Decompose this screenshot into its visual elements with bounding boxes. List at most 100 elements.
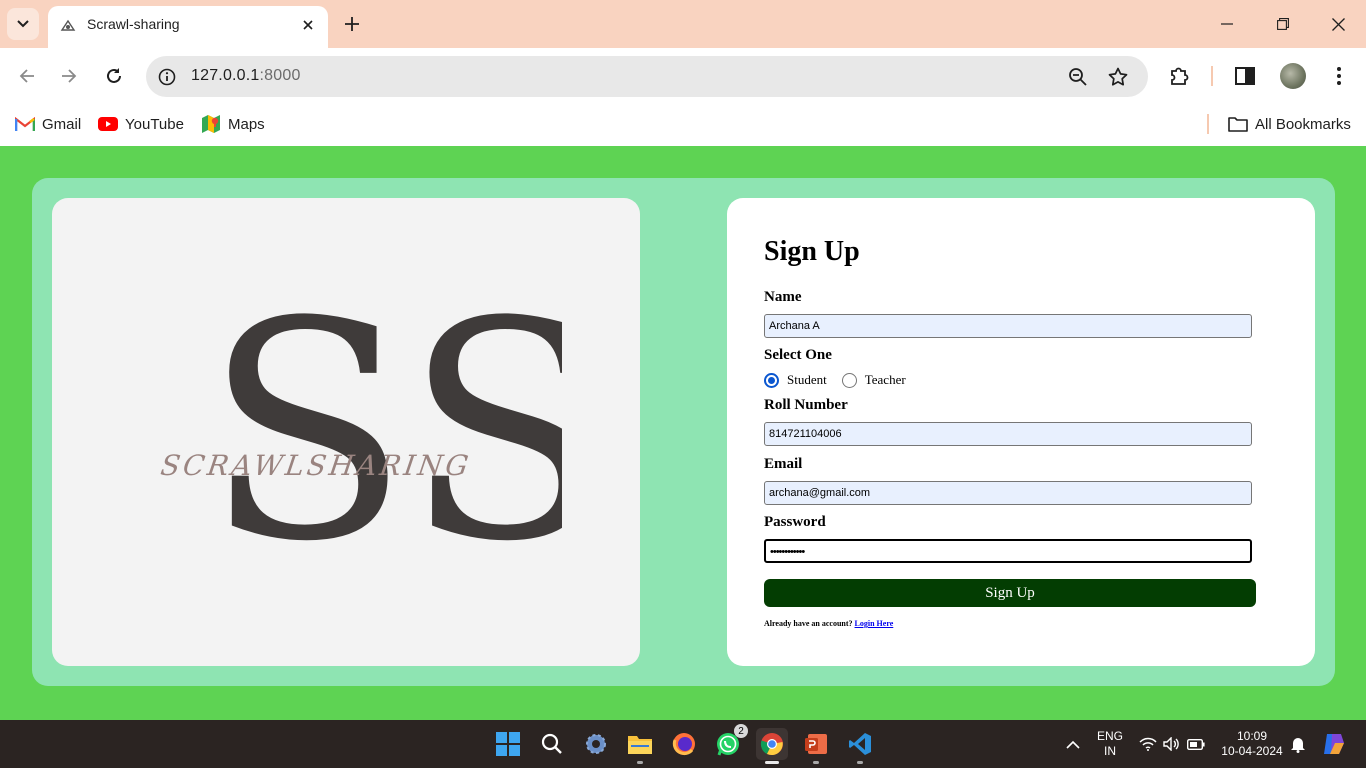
notifications-button[interactable] — [1286, 728, 1310, 760]
login-prompt: Already have an account? Login Here — [764, 619, 893, 628]
student-radio[interactable] — [764, 372, 779, 388]
email-label: Email — [764, 456, 803, 472]
reload-button[interactable] — [100, 62, 128, 90]
toolbar-divider — [1211, 66, 1213, 86]
roll-number-input[interactable]: 814721104006 — [764, 422, 1252, 446]
back-button[interactable] — [13, 62, 41, 90]
maps-icon — [201, 114, 221, 134]
close-window-button[interactable] — [1323, 10, 1353, 38]
running-indicator — [637, 761, 643, 764]
name-label: Name — [764, 289, 802, 305]
bookmarks-divider — [1207, 114, 1209, 134]
browser-tab[interactable]: Scrawl-sharing — [48, 6, 328, 48]
side-panel-icon — [1235, 67, 1255, 85]
bookmark-star-button[interactable] — [1106, 65, 1130, 89]
vscode-icon — [849, 733, 871, 755]
battery-icon — [1187, 738, 1205, 750]
volume-status[interactable] — [1160, 728, 1184, 760]
plus-icon — [345, 17, 359, 31]
address-bar[interactable]: 127.0.0.1:8000 — [146, 56, 1148, 97]
name-input[interactable]: Archana A — [764, 314, 1252, 338]
folder-icon — [1228, 114, 1248, 134]
bookmark-gmail[interactable]: Gmail — [15, 112, 81, 136]
arrow-right-icon — [62, 69, 77, 83]
gear-icon — [586, 734, 606, 754]
site-info-button[interactable] — [156, 66, 178, 88]
tab-search-button[interactable] — [7, 8, 39, 40]
folder-icon — [628, 736, 652, 754]
student-radio-label[interactable]: Student — [787, 372, 827, 388]
powerpoint-button[interactable] — [800, 728, 832, 764]
vscode-button[interactable] — [844, 728, 876, 764]
password-input[interactable]: •••••••••••• — [764, 539, 1252, 563]
arrow-left-icon — [19, 69, 34, 83]
copilot-icon — [1324, 734, 1344, 754]
whatsapp-button[interactable]: 2 — [712, 724, 748, 760]
url-host: 127.0.0.1 — [191, 67, 260, 84]
minimize-button[interactable] — [1212, 10, 1242, 38]
minimize-icon — [1221, 23, 1233, 25]
select-one-label: Select One — [764, 347, 832, 363]
logo-panel: SS SCRAWLSHARING — [52, 198, 640, 666]
settings-taskbar-button[interactable] — [580, 728, 612, 760]
profile-avatar[interactable] — [1280, 63, 1306, 89]
signup-card: SS SCRAWLSHARING Sign Up Name Archana A … — [32, 178, 1335, 686]
restore-button[interactable] — [1268, 10, 1298, 38]
teacher-radio-label[interactable]: Teacher — [865, 372, 906, 388]
bookmark-label: Maps — [228, 115, 265, 133]
clock-time: 10:09 — [1236, 729, 1268, 743]
search-button[interactable] — [536, 728, 568, 760]
browser-menu-button[interactable] — [1326, 63, 1352, 89]
clock[interactable]: 10:09 10-04-2024 — [1216, 729, 1288, 759]
puzzle-icon — [1171, 67, 1189, 85]
bell-icon — [1291, 738, 1305, 753]
site-favicon-icon — [60, 19, 76, 31]
region-code: IN — [1104, 744, 1116, 758]
copilot-button[interactable] — [1318, 728, 1350, 760]
chevron-up-icon — [1066, 740, 1080, 749]
wifi-icon — [1139, 737, 1157, 751]
browser-toolbar: 127.0.0.1:8000 — [0, 48, 1366, 104]
restore-icon — [1277, 18, 1289, 30]
gmail-icon — [15, 114, 35, 134]
chevron-down-icon — [17, 20, 29, 28]
tab-strip: Scrawl-sharing — [0, 0, 1366, 48]
reload-icon — [107, 68, 121, 83]
all-bookmarks-button[interactable]: All Bookmarks — [1228, 112, 1351, 136]
forward-button[interactable] — [55, 62, 83, 90]
show-hidden-icons-button[interactable] — [1057, 728, 1089, 760]
notification-badge: 2 — [734, 724, 748, 738]
page-background: SS SCRAWLSHARING Sign Up Name Archana A … — [0, 146, 1366, 720]
login-link[interactable]: Login Here — [855, 619, 894, 628]
url-text[interactable]: 127.0.0.1:8000 — [191, 67, 301, 85]
language-indicator[interactable]: ENG IN — [1093, 729, 1127, 759]
file-explorer-button[interactable] — [624, 728, 656, 764]
bookmark-youtube[interactable]: YouTube — [98, 112, 184, 136]
powerpoint-icon — [805, 734, 827, 754]
running-indicator — [857, 761, 863, 764]
side-panel-button[interactable] — [1232, 63, 1258, 89]
all-bookmarks-label: All Bookmarks — [1255, 115, 1351, 133]
bookmark-label: Gmail — [42, 115, 82, 133]
new-tab-button[interactable] — [340, 12, 364, 36]
start-button[interactable] — [492, 728, 524, 760]
search-icon — [541, 733, 562, 754]
role-radio-group: Student Teacher — [764, 371, 921, 389]
more-vertical-icon — [1337, 67, 1341, 85]
bookmark-maps[interactable]: Maps — [201, 112, 265, 136]
clock-date: 10-04-2024 — [1221, 744, 1283, 758]
extensions-button[interactable] — [1167, 63, 1193, 89]
password-label: Password — [764, 514, 826, 530]
signup-button[interactable]: Sign Up — [764, 579, 1256, 607]
battery-status[interactable] — [1184, 728, 1208, 760]
chrome-button[interactable] — [756, 728, 788, 764]
teacher-radio[interactable] — [841, 372, 857, 388]
zoom-button[interactable] — [1066, 65, 1090, 89]
zoom-out-icon — [1069, 68, 1087, 86]
email-input[interactable]: archana@gmail.com — [764, 481, 1252, 505]
firefox-button[interactable] — [668, 728, 700, 760]
wifi-status[interactable] — [1136, 728, 1160, 760]
tab-close-button[interactable] — [298, 15, 318, 35]
tab-title: Scrawl-sharing — [87, 16, 180, 32]
active-indicator — [765, 761, 779, 764]
